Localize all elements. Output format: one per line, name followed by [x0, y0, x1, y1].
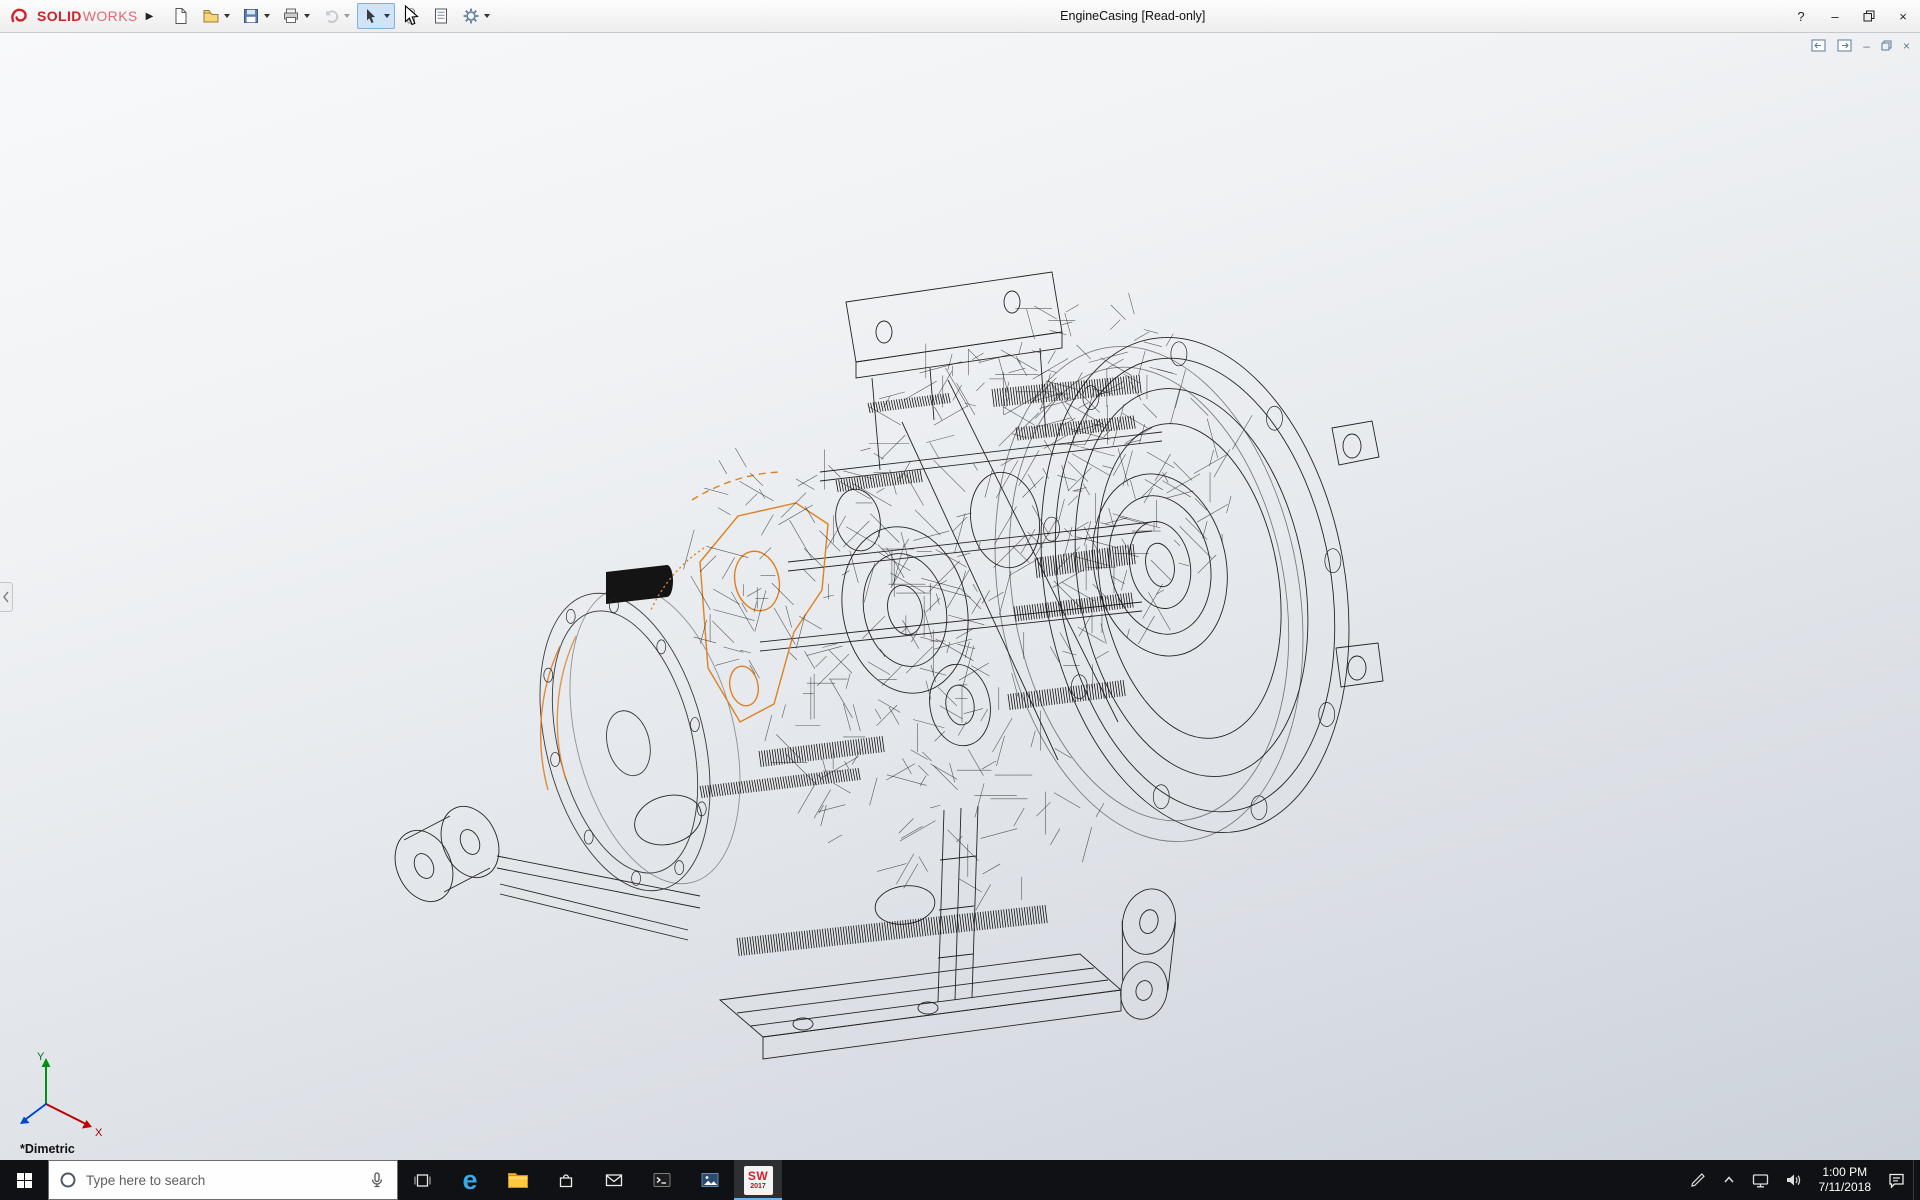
- start-icon: [16, 1172, 33, 1189]
- task-view-icon: [413, 1172, 432, 1189]
- open-folder-icon: [202, 7, 220, 25]
- network-icon: [1751, 1171, 1770, 1189]
- rebuild-icon: [402, 7, 420, 25]
- reference-triad: Y X: [20, 1051, 103, 1139]
- start-button[interactable]: [0, 1160, 48, 1200]
- store-icon: [556, 1170, 576, 1190]
- undo-icon: [322, 7, 340, 25]
- orientation-label: *Dimetric: [20, 1142, 75, 1156]
- select-tool-button[interactable]: [357, 3, 395, 29]
- display-pane-icon[interactable]: [1837, 39, 1852, 52]
- brand-text-solid: SOLID: [37, 8, 82, 24]
- new-document-button[interactable]: [167, 3, 195, 29]
- file-explorer-icon: [507, 1171, 529, 1190]
- triad-x-label: X: [95, 1127, 103, 1139]
- solidworks-brand: SOLIDWORKS: [8, 7, 138, 25]
- options-gear-icon: [462, 7, 480, 25]
- restore-button[interactable]: [1852, 0, 1886, 33]
- taskbar-app-solidworks[interactable]: SW 2017: [734, 1160, 782, 1200]
- menu-flyout-arrow[interactable]: ▶: [138, 7, 162, 26]
- mail-icon: [604, 1170, 624, 1190]
- save-button[interactable]: [237, 3, 275, 29]
- select-dropdown-arrow[interactable]: [384, 14, 390, 18]
- taskbar-app-store[interactable]: [542, 1160, 590, 1200]
- show-desktop-button[interactable]: [1913, 1160, 1920, 1200]
- restore-doc-icon[interactable]: [1881, 40, 1892, 51]
- clock-date: 7/11/2018: [1819, 1180, 1872, 1195]
- undo-dropdown-arrow[interactable]: [344, 14, 350, 18]
- taskbar-app-file-explorer[interactable]: [494, 1160, 542, 1200]
- windows-taskbar: e SW 2: [0, 1160, 1920, 1200]
- print-dropdown-arrow[interactable]: [304, 14, 310, 18]
- action-center-button[interactable]: [1880, 1160, 1913, 1200]
- file-properties-icon: [432, 7, 450, 25]
- system-tray: 1:00 PM 7/11/2018: [1682, 1160, 1920, 1200]
- rebuild-button[interactable]: [397, 3, 425, 29]
- open-dropdown-arrow[interactable]: [224, 14, 230, 18]
- taskbar-app-terminal[interactable]: [638, 1160, 686, 1200]
- photos-icon: [700, 1170, 720, 1190]
- network-button[interactable]: [1744, 1160, 1777, 1200]
- wireframe-model: Y X: [0, 33, 1920, 1160]
- terminal-icon: [652, 1170, 672, 1190]
- taskbar-app-mail[interactable]: [590, 1160, 638, 1200]
- app-titlebar: SOLIDWORKS ▶: [0, 0, 1920, 33]
- highlighted-part: [541, 472, 828, 790]
- quick-access-toolbar: [167, 3, 495, 29]
- save-icon: [242, 7, 260, 25]
- close-button[interactable]: ×: [1886, 0, 1920, 33]
- taskbar-app-photos[interactable]: [686, 1160, 734, 1200]
- document-window-controls: – ×: [1811, 39, 1910, 52]
- volume-icon: [1784, 1171, 1803, 1189]
- microphone-icon[interactable]: [367, 1170, 387, 1190]
- restore-icon: [1863, 10, 1875, 22]
- chevron-up-icon: [1721, 1172, 1737, 1188]
- clock-time: 1:00 PM: [1822, 1165, 1867, 1180]
- pen-icon: [1689, 1171, 1707, 1189]
- file-properties-button[interactable]: [427, 3, 455, 29]
- sw-badge-year: 2017: [750, 1183, 766, 1190]
- sw-badge-letters: SW: [748, 1170, 768, 1182]
- select-arrow-icon: [362, 7, 380, 25]
- task-view-button[interactable]: [398, 1160, 446, 1200]
- undo-button[interactable]: [317, 3, 355, 29]
- edge-icon: e: [462, 1167, 477, 1194]
- panel-collapse-tab[interactable]: [0, 582, 13, 612]
- featuremanager-pane-icon[interactable]: [1811, 39, 1826, 52]
- cortana-ring-icon: [59, 1171, 77, 1189]
- close-doc-icon[interactable]: ×: [1903, 40, 1910, 52]
- taskbar-clock[interactable]: 1:00 PM 7/11/2018: [1810, 1160, 1881, 1200]
- action-center-icon: [1887, 1171, 1906, 1189]
- print-icon: [282, 7, 300, 25]
- collapse-chevron-icon: [2, 590, 10, 604]
- new-document-icon: [172, 7, 190, 25]
- print-button[interactable]: [277, 3, 315, 29]
- search-input[interactable]: [86, 1173, 358, 1188]
- minimize-button[interactable]: –: [1818, 0, 1852, 33]
- windows-ink-button[interactable]: [1682, 1160, 1714, 1200]
- taskbar-search-box[interactable]: [48, 1160, 398, 1200]
- options-button[interactable]: [457, 3, 495, 29]
- save-dropdown-arrow[interactable]: [264, 14, 270, 18]
- taskbar-app-edge[interactable]: e: [446, 1160, 494, 1200]
- brand-text-works: WORKS: [83, 8, 138, 24]
- options-dropdown-arrow[interactable]: [484, 14, 490, 18]
- triad-y-label: Y: [37, 1051, 45, 1063]
- minimize-doc-icon[interactable]: –: [1863, 40, 1870, 52]
- window-controls: ? – ×: [1784, 0, 1920, 33]
- volume-button[interactable]: [1777, 1160, 1810, 1200]
- graphics-area[interactable]: Y X – × *Dimetric: [0, 33, 1920, 1160]
- solidworks-icon: SW 2017: [744, 1166, 773, 1195]
- document-title: EngineCasing [Read-only]: [1060, 0, 1205, 33]
- open-button[interactable]: [197, 3, 235, 29]
- ds-logo-icon: [8, 7, 32, 25]
- tray-overflow-button[interactable]: [1714, 1160, 1744, 1200]
- help-button[interactable]: ?: [1784, 0, 1818, 33]
